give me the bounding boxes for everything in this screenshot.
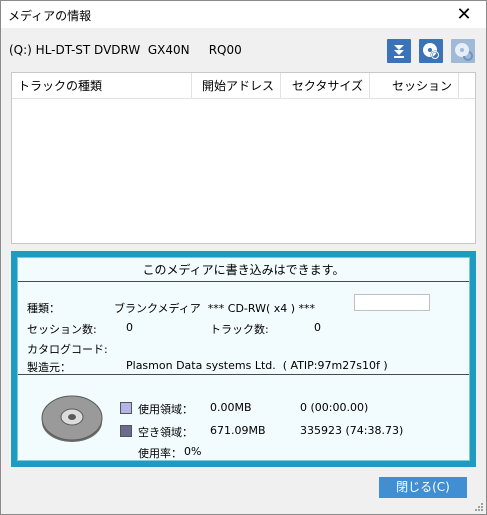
close-icon: ✕ xyxy=(456,4,472,25)
drive-label: (Q:) HL-DT-ST DVDRW GX40N RQ00 xyxy=(9,43,242,57)
eject-icon xyxy=(394,45,404,58)
media-type-extra-field xyxy=(354,294,430,311)
used-area-sectors: 0 (00:00.00) xyxy=(300,401,369,414)
track-list[interactable]: トラックの種類 開始アドレス セクタサイズ セッション xyxy=(11,72,476,244)
disc-icon xyxy=(41,395,103,442)
media-info-panel: このメディアに書き込みはできます。 種類： ブランクメディア *** CD-RW… xyxy=(11,251,476,467)
manufacturer-label: 製造元： xyxy=(27,361,71,374)
manufacturer-value: Plasmon Data systems Ltd. ( ATIP:97m27s1… xyxy=(126,359,388,372)
track-list-header: トラックの種類 開始アドレス セクタサイズ セッション xyxy=(12,73,475,99)
free-area-swatch xyxy=(120,425,132,437)
disc-search-button[interactable] xyxy=(419,39,443,63)
media-info-content: このメディアに書き込みはできます。 種類： ブランクメディア *** CD-RW… xyxy=(17,257,470,461)
session-count-label: セッション数: xyxy=(27,323,97,336)
column-header-track-type[interactable]: トラックの種類 xyxy=(12,73,192,99)
disc-refresh-button[interactable] xyxy=(451,39,475,63)
disc-search-icon xyxy=(423,43,440,60)
usage-rate-value: 0% xyxy=(184,445,202,458)
session-count-value: 0 xyxy=(126,321,133,334)
media-info-dialog: メディアの情報 ✕ (Q:) HL-DT-ST DVDRW GX40N RQ00 xyxy=(0,0,487,515)
column-header-start-address[interactable]: 開始アドレス xyxy=(192,73,281,99)
used-area-size: 0.00MB xyxy=(210,401,252,414)
media-type-value: ブランクメディア *** CD-RW( x4 ) *** xyxy=(114,302,316,315)
free-area-sectors: 335923 (74:38.73) xyxy=(300,424,404,437)
column-header-session[interactable]: セッション xyxy=(370,73,459,99)
resize-grip-icon[interactable] xyxy=(474,502,484,512)
window-title: メディアの情報 xyxy=(8,9,92,23)
free-area-label: 空き領域： xyxy=(138,426,193,439)
track-count-value: 0 xyxy=(314,321,321,334)
title-bar: メディアの情報 ✕ xyxy=(1,1,486,28)
eject-button[interactable] xyxy=(387,39,411,63)
media-type-label: 種類： xyxy=(27,302,60,315)
window-close-button[interactable]: ✕ xyxy=(442,1,486,28)
track-count-label: トラック数: xyxy=(210,323,269,336)
write-status-text: このメディアに書き込みはできます。 xyxy=(18,258,469,282)
close-button[interactable]: 閉じる(C) xyxy=(379,477,467,498)
used-area-label: 使用領域： xyxy=(138,403,193,416)
catalog-code-label: カタログコード: xyxy=(27,343,108,356)
info-separator xyxy=(18,374,469,375)
usage-rate-label: 使用率： xyxy=(138,447,182,460)
column-header-sector-size[interactable]: セクタサイズ xyxy=(281,73,370,99)
disc-refresh-icon xyxy=(455,43,473,61)
free-area-size: 671.09MB xyxy=(210,424,266,437)
used-area-swatch xyxy=(120,402,132,414)
